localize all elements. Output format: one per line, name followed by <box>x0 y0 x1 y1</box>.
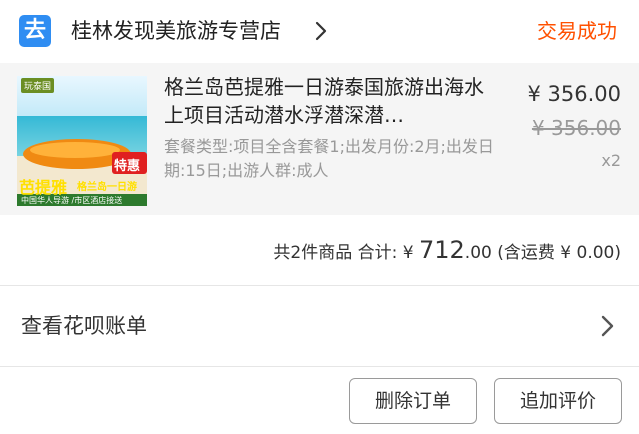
order-summary: 共2件商品 合计: ¥ 712.00 (含运费 ¥ 0.00) <box>273 235 621 268</box>
summary-total-dec: .00 <box>464 243 492 263</box>
product-price: ¥ 356.00 <box>527 82 621 106</box>
thumbnail-badge: 特惠 <box>114 159 141 174</box>
huabei-bill-row[interactable]: 查看花呗账单 <box>0 286 639 366</box>
summary-currency: ¥ <box>402 243 414 263</box>
delete-order-button[interactable]: 删除订单 <box>349 378 477 424</box>
huabei-bill-label: 查看花呗账单 <box>21 314 147 338</box>
product-quantity: x2 <box>601 151 621 170</box>
product-thumbnail[interactable]: 玩泰国 特惠 芭提雅 格兰岛一日游 中国华人导游 /市区酒店接送 <box>17 76 147 206</box>
order-status: 交易成功 <box>537 19 617 43</box>
add-review-button[interactable]: 追加评价 <box>494 378 622 424</box>
divider <box>0 366 639 367</box>
summary-shipping: (含运费 ¥ 0.00) <box>497 243 621 263</box>
product-original-price: ¥ 356.00 <box>531 116 621 140</box>
product-sku: 套餐类型:项目全含套餐1;出发月份:2月;出发日期:15日;出游人群:成人 <box>164 137 494 180</box>
order-item[interactable]: 玩泰国 特惠 芭提雅 格兰岛一日游 中国华人导游 /市区酒店接送 格兰岛芭提雅一… <box>0 63 639 215</box>
store-icon[interactable]: 去 <box>19 15 51 47</box>
summary-total-int: 712 <box>418 236 465 264</box>
order-header: 去 桂林发现美旅游专营店 交易成功 <box>0 0 639 63</box>
summary-count: 共2件商品 合计: <box>273 243 398 263</box>
thumbnail-footer: 中国华人导游 /市区酒店接送 <box>21 196 123 205</box>
thumbnail-logo: 玩泰国 <box>21 78 55 93</box>
chevron-right-icon <box>601 315 614 337</box>
chevron-right-icon[interactable] <box>311 20 331 42</box>
product-title[interactable]: 格兰岛芭提雅一日游泰国旅游出海水上项目活动潜水浮潜深潜… <box>164 73 490 129</box>
thumbnail-subhead: 格兰岛一日游 <box>77 182 137 193</box>
store-name-link[interactable]: 桂林发现美旅游专营店 <box>71 16 281 46</box>
